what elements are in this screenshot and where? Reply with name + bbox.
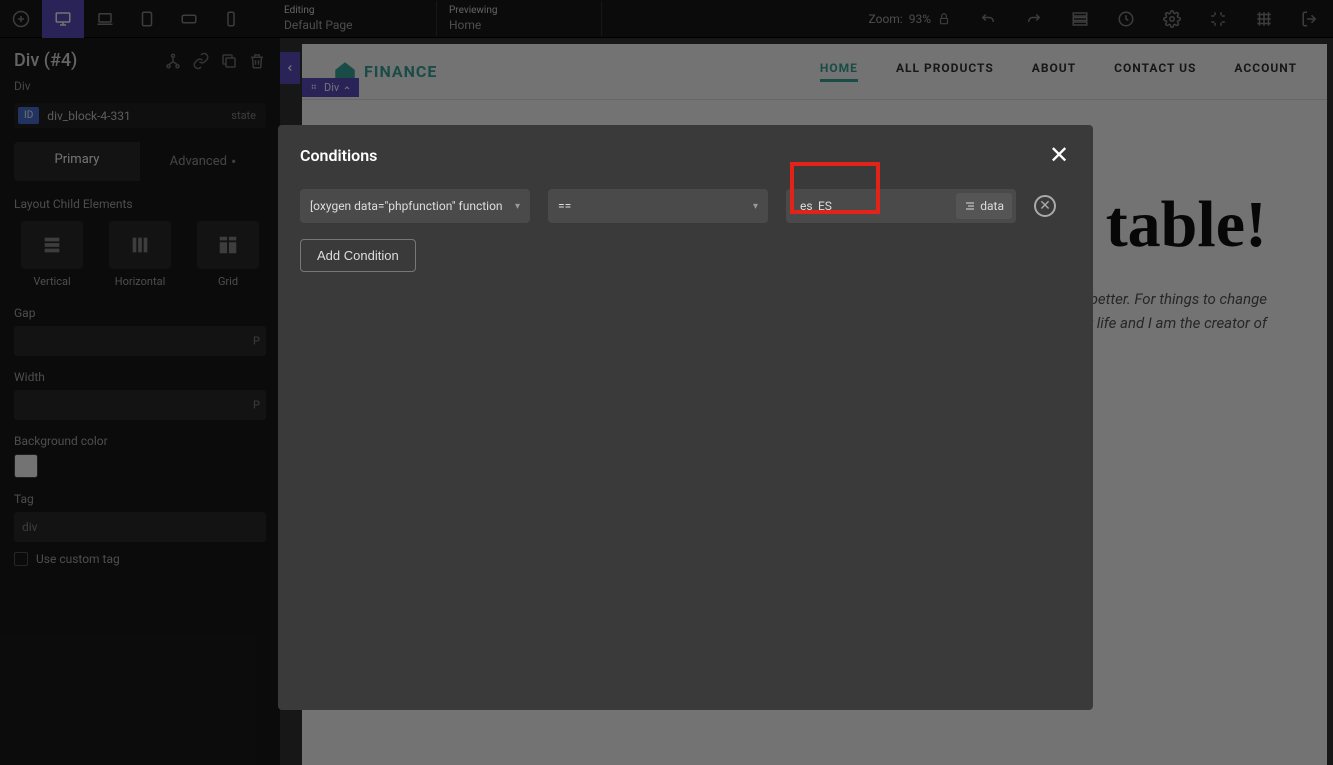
condition-left-text: [oxygen data="phpfunction" function	[310, 199, 515, 213]
modal-close-button[interactable]: ✕	[1047, 143, 1071, 167]
remove-condition-button[interactable]: ✕	[1034, 195, 1056, 217]
modal-header: Conditions ✕	[300, 143, 1071, 167]
condition-operator-text: ==	[558, 199, 753, 213]
condition-row: [oxygen data="phpfunction" function ▾ ==…	[300, 189, 1071, 223]
condition-operator-field[interactable]: == ▾	[548, 189, 768, 223]
data-button-label: data	[980, 199, 1004, 213]
data-icon	[964, 200, 976, 212]
condition-left-field[interactable]: [oxygen data="phpfunction" function ▾	[300, 189, 530, 223]
data-button[interactable]: data	[956, 193, 1012, 219]
modal-title: Conditions	[300, 146, 377, 165]
condition-value-field[interactable]: es_ES data	[786, 189, 1016, 223]
add-condition-button[interactable]: Add Condition	[300, 239, 416, 272]
chevron-down-icon: ▾	[515, 201, 520, 212]
chevron-down-icon: ▾	[753, 201, 758, 212]
conditions-modal: Conditions ✕ [oxygen data="phpfunction" …	[278, 125, 1093, 710]
